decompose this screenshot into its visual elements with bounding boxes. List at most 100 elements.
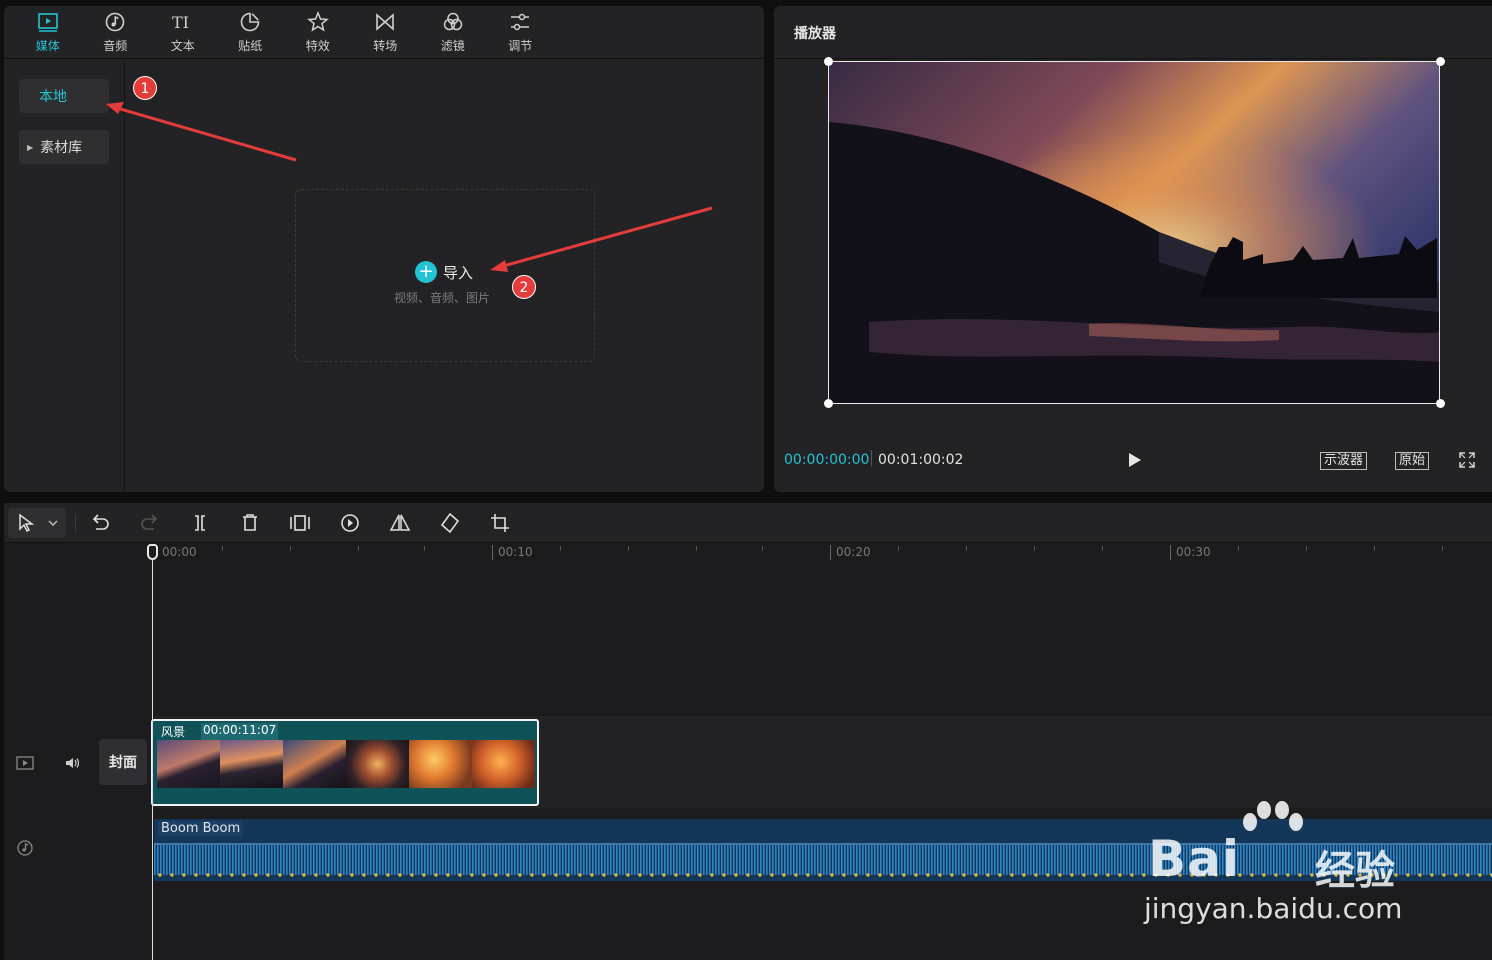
total-time: 00:01:00:02 xyxy=(878,452,964,468)
reverse-play-icon xyxy=(341,514,359,532)
clip-name: 风景 xyxy=(161,725,186,739)
crop-button[interactable] xyxy=(488,511,512,535)
tab-filter[interactable]: 滤镜 xyxy=(419,6,487,59)
ruler-tick xyxy=(696,546,697,551)
playhead-handle[interactable] xyxy=(147,544,158,560)
ruler-label: 00:20 xyxy=(836,545,871,559)
ruler-tick xyxy=(560,546,561,551)
step-marker-2: 2 xyxy=(512,275,536,299)
video-clip[interactable]: 风景 00:00:11:07 xyxy=(151,719,539,806)
resize-handle[interactable] xyxy=(824,57,833,66)
split-icon xyxy=(195,515,205,531)
rotate-button[interactable] xyxy=(438,511,462,535)
audio-icon xyxy=(105,12,125,32)
clip-thumbnail xyxy=(472,740,535,788)
freeze-button[interactable] xyxy=(288,511,312,535)
caret-right-icon: ▶ xyxy=(27,142,34,152)
delete-button[interactable] xyxy=(238,511,262,535)
tab-label: 媒体 xyxy=(35,39,60,53)
audio-track-icon[interactable] xyxy=(16,840,34,856)
transition-icon xyxy=(376,13,395,31)
clip-thumbnails xyxy=(157,740,535,788)
tab-transition[interactable]: 转场 xyxy=(352,6,420,59)
import-drop-zone[interactable]: + 导入 视频、音频、图片 xyxy=(295,189,595,362)
svg-text:TI: TI xyxy=(172,13,189,32)
tab-text[interactable]: TI 文本 xyxy=(149,6,217,59)
undo-button[interactable] xyxy=(88,511,112,535)
watermark-url: jingyan.baidu.com xyxy=(1144,892,1403,925)
tab-sticker[interactable]: 贴纸 xyxy=(217,6,285,59)
select-tool-group[interactable] xyxy=(8,508,66,538)
undo-icon xyxy=(92,514,109,530)
effects-icon xyxy=(306,11,329,32)
clip-duration: 00:00:11:07 xyxy=(201,723,279,740)
tab-effects[interactable]: 特效 xyxy=(284,6,352,59)
ruler-tick xyxy=(762,546,763,551)
ruler-tick xyxy=(966,546,967,551)
import-button[interactable]: + 导入 xyxy=(415,261,473,283)
sticker-icon xyxy=(240,12,260,32)
sidebar-item-label: 本地 xyxy=(39,89,67,105)
mirror-button[interactable] xyxy=(388,511,412,535)
timeline-ruler[interactable]: 00:00 00:10 00:20 00:30 xyxy=(4,543,1492,563)
ruler-tick xyxy=(290,546,291,551)
ruler-tick xyxy=(222,546,223,551)
video-track-icon[interactable] xyxy=(16,755,34,771)
chevron-down-icon[interactable] xyxy=(48,518,58,528)
video-frame-image xyxy=(829,62,1439,403)
ruler-label: 00:10 xyxy=(498,545,533,559)
text-icon: TI xyxy=(172,13,189,32)
fullscreen-icon[interactable] xyxy=(1459,452,1475,468)
clip-thumbnail xyxy=(157,740,220,788)
adjust-icon xyxy=(511,13,530,31)
sidebar-item-library[interactable]: ▶ 素材库 xyxy=(19,130,109,164)
redo-button[interactable] xyxy=(138,511,162,535)
toolbar-divider xyxy=(75,514,76,532)
import-hint: 视频、音频、图片 xyxy=(394,291,491,305)
resize-handle[interactable] xyxy=(824,399,833,408)
tab-label: 滤镜 xyxy=(440,39,465,53)
tab-media[interactable]: 媒体 xyxy=(14,6,82,59)
play-icon[interactable] xyxy=(1128,452,1142,468)
tab-label: 音频 xyxy=(103,39,128,53)
freeze-frame-icon xyxy=(290,515,310,531)
tab-label: 调节 xyxy=(508,39,533,53)
tab-adjust[interactable]: 调节 xyxy=(487,6,555,59)
video-preview[interactable] xyxy=(828,61,1440,404)
resize-handle[interactable] xyxy=(1436,57,1445,66)
reverse-button[interactable] xyxy=(338,511,362,535)
watermark-brand: Bai xyxy=(1148,830,1240,888)
clip-thumbnail xyxy=(346,740,409,788)
ruler-tick xyxy=(1102,546,1103,551)
step-marker-1: 1 xyxy=(133,76,157,100)
ruler-tick xyxy=(628,546,629,551)
cursor-icon[interactable] xyxy=(16,513,36,533)
original-ratio-button[interactable]: 原始 xyxy=(1395,452,1430,470)
ruler-label: 00:30 xyxy=(1176,545,1211,559)
resize-handle[interactable] xyxy=(1436,399,1445,408)
ruler-tick xyxy=(1306,546,1307,551)
tab-label: 文本 xyxy=(170,39,195,53)
media-icon xyxy=(37,13,58,32)
mirror-icon xyxy=(389,514,411,531)
tab-audio[interactable]: 音频 xyxy=(82,6,150,59)
speaker-icon[interactable] xyxy=(64,755,82,771)
split-button[interactable] xyxy=(188,511,212,535)
ruler-tick xyxy=(898,546,899,551)
cover-button[interactable]: 封面 xyxy=(99,739,147,785)
ruler-tick xyxy=(1238,546,1239,551)
paw-logo-icon xyxy=(1243,801,1303,831)
clip-thumbnail xyxy=(283,740,346,788)
player-panel: 播放器 00:00:00:00 00:01:00:02 示波器 原始 xyxy=(774,6,1492,492)
player-title: 播放器 xyxy=(794,26,836,42)
ruler-tick xyxy=(1170,545,1171,560)
clip-header: 风景 00:00:11:07 xyxy=(161,723,279,740)
watermark: Bai 经验 jingyan.baidu.com xyxy=(1140,800,1430,930)
sidebar-item-label: 素材库 xyxy=(40,140,83,156)
scope-button[interactable]: 示波器 xyxy=(1320,452,1368,470)
sidebar-item-local[interactable]: 本地 xyxy=(19,79,109,113)
clip-thumbnail xyxy=(409,740,472,788)
watermark-title: 经验 xyxy=(1315,848,1395,894)
media-panel: 媒体 音频 TI 文本 贴纸 特效 转场 滤镜 调节 本地 ▶ 素材库 + 导入… xyxy=(4,6,764,492)
ruler-tick xyxy=(1442,546,1443,551)
